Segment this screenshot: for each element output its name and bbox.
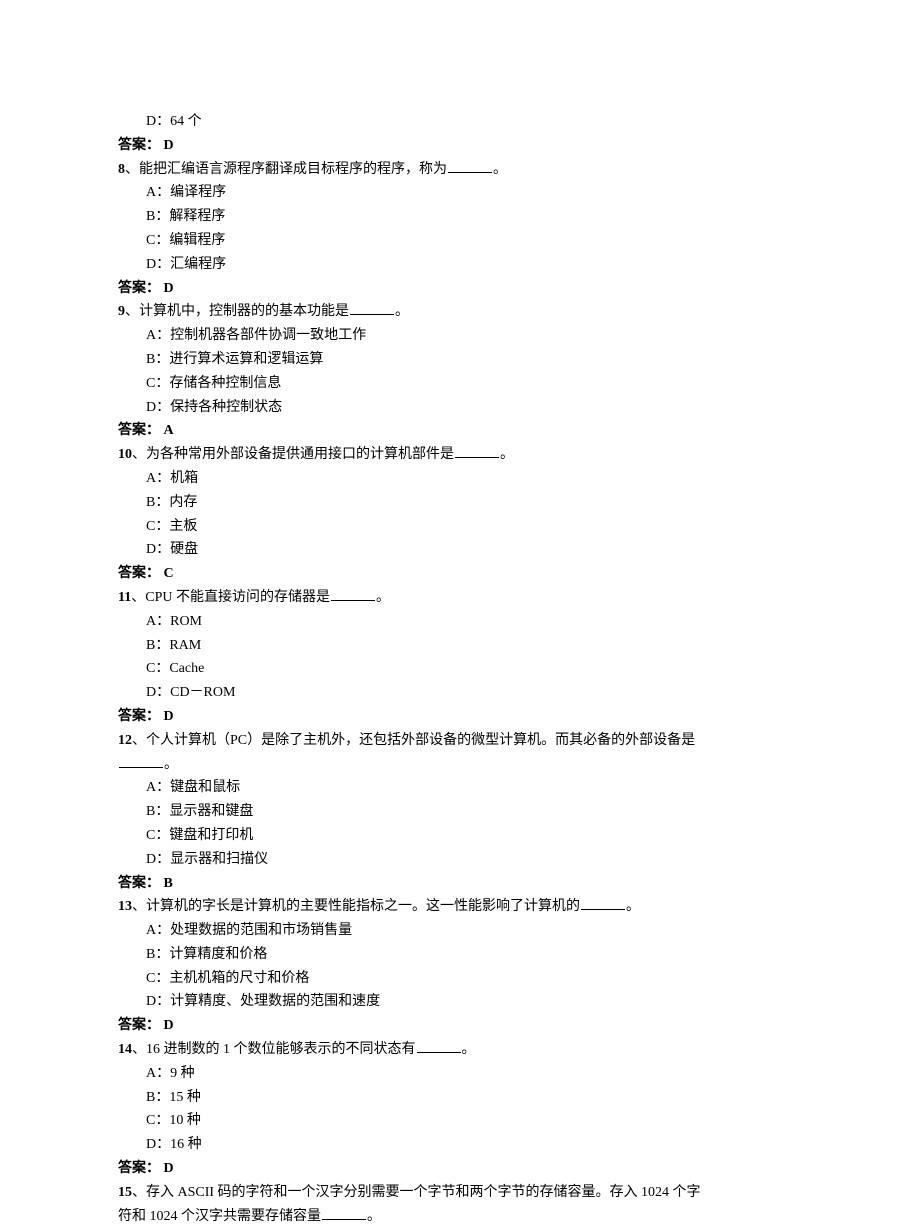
option-d: D：CD－ROM [118,681,805,705]
question-line: 12、个人计算机（PC）是除了主机外，还包括外部设备的微型计算机。而其必备的外部… [118,729,805,753]
separator: 、 [132,899,146,914]
option-c: C：存储各种控制信息 [118,372,805,396]
question-number: 9 [118,304,125,319]
option-a: A：键盘和鼠标 [118,776,805,800]
option-b: B：显示器和键盘 [118,800,805,824]
answer-line: 答案： D [118,1014,805,1038]
option-a: A：机箱 [118,467,805,491]
option-d: D：保持各种控制状态 [118,396,805,420]
option-c: C：主机机箱的尺寸和价格 [118,967,805,991]
separator: 、 [131,590,145,605]
option-c: C：Cache [118,657,805,681]
question-text: 个人计算机（PC）是除了主机外，还包括外部设备的微型计算机。而其必备的外部设备是 [146,733,695,748]
question-line: 9、计算机中，控制器的的基本功能是 。 [118,300,805,324]
question-tail: 。 [164,757,178,772]
question-text: 为各种常用外部设备提供通用接口的计算机部件是 [146,447,454,462]
blank [455,445,499,459]
question-text: 计算机中，控制器的的基本功能是 [139,304,349,319]
option-d: D：显示器和扫描仪 [118,848,805,872]
option-a: A：9 种 [118,1062,805,1086]
option-b: B：内存 [118,491,805,515]
option-a: A：ROM [118,610,805,634]
option-c: C：编辑程序 [118,229,805,253]
question-number: 12 [118,733,132,748]
question-line-2: 符和 1024 个汉字共需要存储容量 。 [118,1205,805,1228]
separator: 、 [132,1185,146,1200]
answer-line: 答案： D [118,134,805,158]
question-text: 存入 ASCII 码的字符和一个汉字分别需要一个字节和两个字节的存储容量。存入 … [146,1185,701,1200]
option-b: B：进行算术运算和逻辑运算 [118,348,805,372]
question-number: 15 [118,1185,132,1200]
question-tail: 。 [500,447,514,462]
question-line: 15、存入 ASCII 码的字符和一个汉字分别需要一个字节和两个字节的存储容量。… [118,1181,805,1205]
question-tail: 。 [626,899,640,914]
question-tail: 。 [493,162,507,177]
question-tail: 。 [367,1209,381,1224]
question-number: 14 [118,1042,132,1057]
option-b: B：计算精度和价格 [118,943,805,967]
question-text: 计算机的字长是计算机的主要性能指标之一。这一性能影响了计算机的 [146,899,580,914]
separator: 、 [132,1042,146,1057]
question-number: 10 [118,447,132,462]
answer-line: 答案： C [118,562,805,586]
blank [322,1206,366,1220]
question-line: 8、能把汇编语言源程序翻译成目标程序的程序，称为 。 [118,158,805,182]
blank [448,159,492,173]
option-c: C：键盘和打印机 [118,824,805,848]
separator: 、 [132,733,146,748]
option-d: D：硬盘 [118,538,805,562]
option-c: C：10 种 [118,1109,805,1133]
question-line: 13、计算机的字长是计算机的主要性能指标之一。这一性能影响了计算机的 。 [118,895,805,919]
option-a: A：处理数据的范围和市场销售量 [118,919,805,943]
question-number: 11 [118,590,131,605]
blank [417,1039,461,1053]
option-d: D：64 个 [118,110,805,134]
option-b: B：RAM [118,634,805,658]
option-d: D：计算精度、处理数据的范围和速度 [118,990,805,1014]
answer-line: 答案： D [118,705,805,729]
blank [331,587,375,601]
question-text-cont: 符和 1024 个汉字共需要存储容量 [118,1209,321,1224]
question-number: 8 [118,162,125,177]
option-b: B：15 种 [118,1086,805,1110]
question-line-2: 。 [118,753,805,777]
option-b: B：解释程序 [118,205,805,229]
blank [119,754,163,768]
question-number: 13 [118,899,132,914]
separator: 、 [132,447,146,462]
option-a: A：编译程序 [118,181,805,205]
separator: 、 [125,162,139,177]
answer-line: 答案： D [118,1157,805,1181]
blank [581,897,625,911]
question-tail: 。 [376,590,390,605]
question-line: 11、CPU 不能直接访问的存储器是 。 [118,586,805,610]
option-a: A：控制机器各部件协调一致地工作 [118,324,805,348]
option-c: C：主板 [118,515,805,539]
document-page: D：64 个 答案： D 8、能把汇编语言源程序翻译成目标程序的程序，称为。 A… [0,0,920,1228]
separator: 、 [125,304,139,319]
answer-line: 答案： B [118,872,805,896]
question-text: 16 进制数的 1 个数位能够表示的不同状态有 [146,1042,416,1057]
question-tail: 。 [462,1042,476,1057]
answer-line: 答案： D [118,277,805,301]
question-text: CPU 不能直接访问的存储器是 [145,590,330,605]
option-d: D：16 种 [118,1133,805,1157]
question-tail: 。 [395,304,409,319]
blank [350,302,394,316]
answer-line: 答案： A [118,419,805,443]
question-line: 10、为各种常用外部设备提供通用接口的计算机部件是 。 [118,443,805,467]
question-text: 能把汇编语言源程序翻译成目标程序的程序，称为 [139,162,447,177]
option-d: D：汇编程序 [118,253,805,277]
question-line: 14、16 进制数的 1 个数位能够表示的不同状态有 。 [118,1038,805,1062]
